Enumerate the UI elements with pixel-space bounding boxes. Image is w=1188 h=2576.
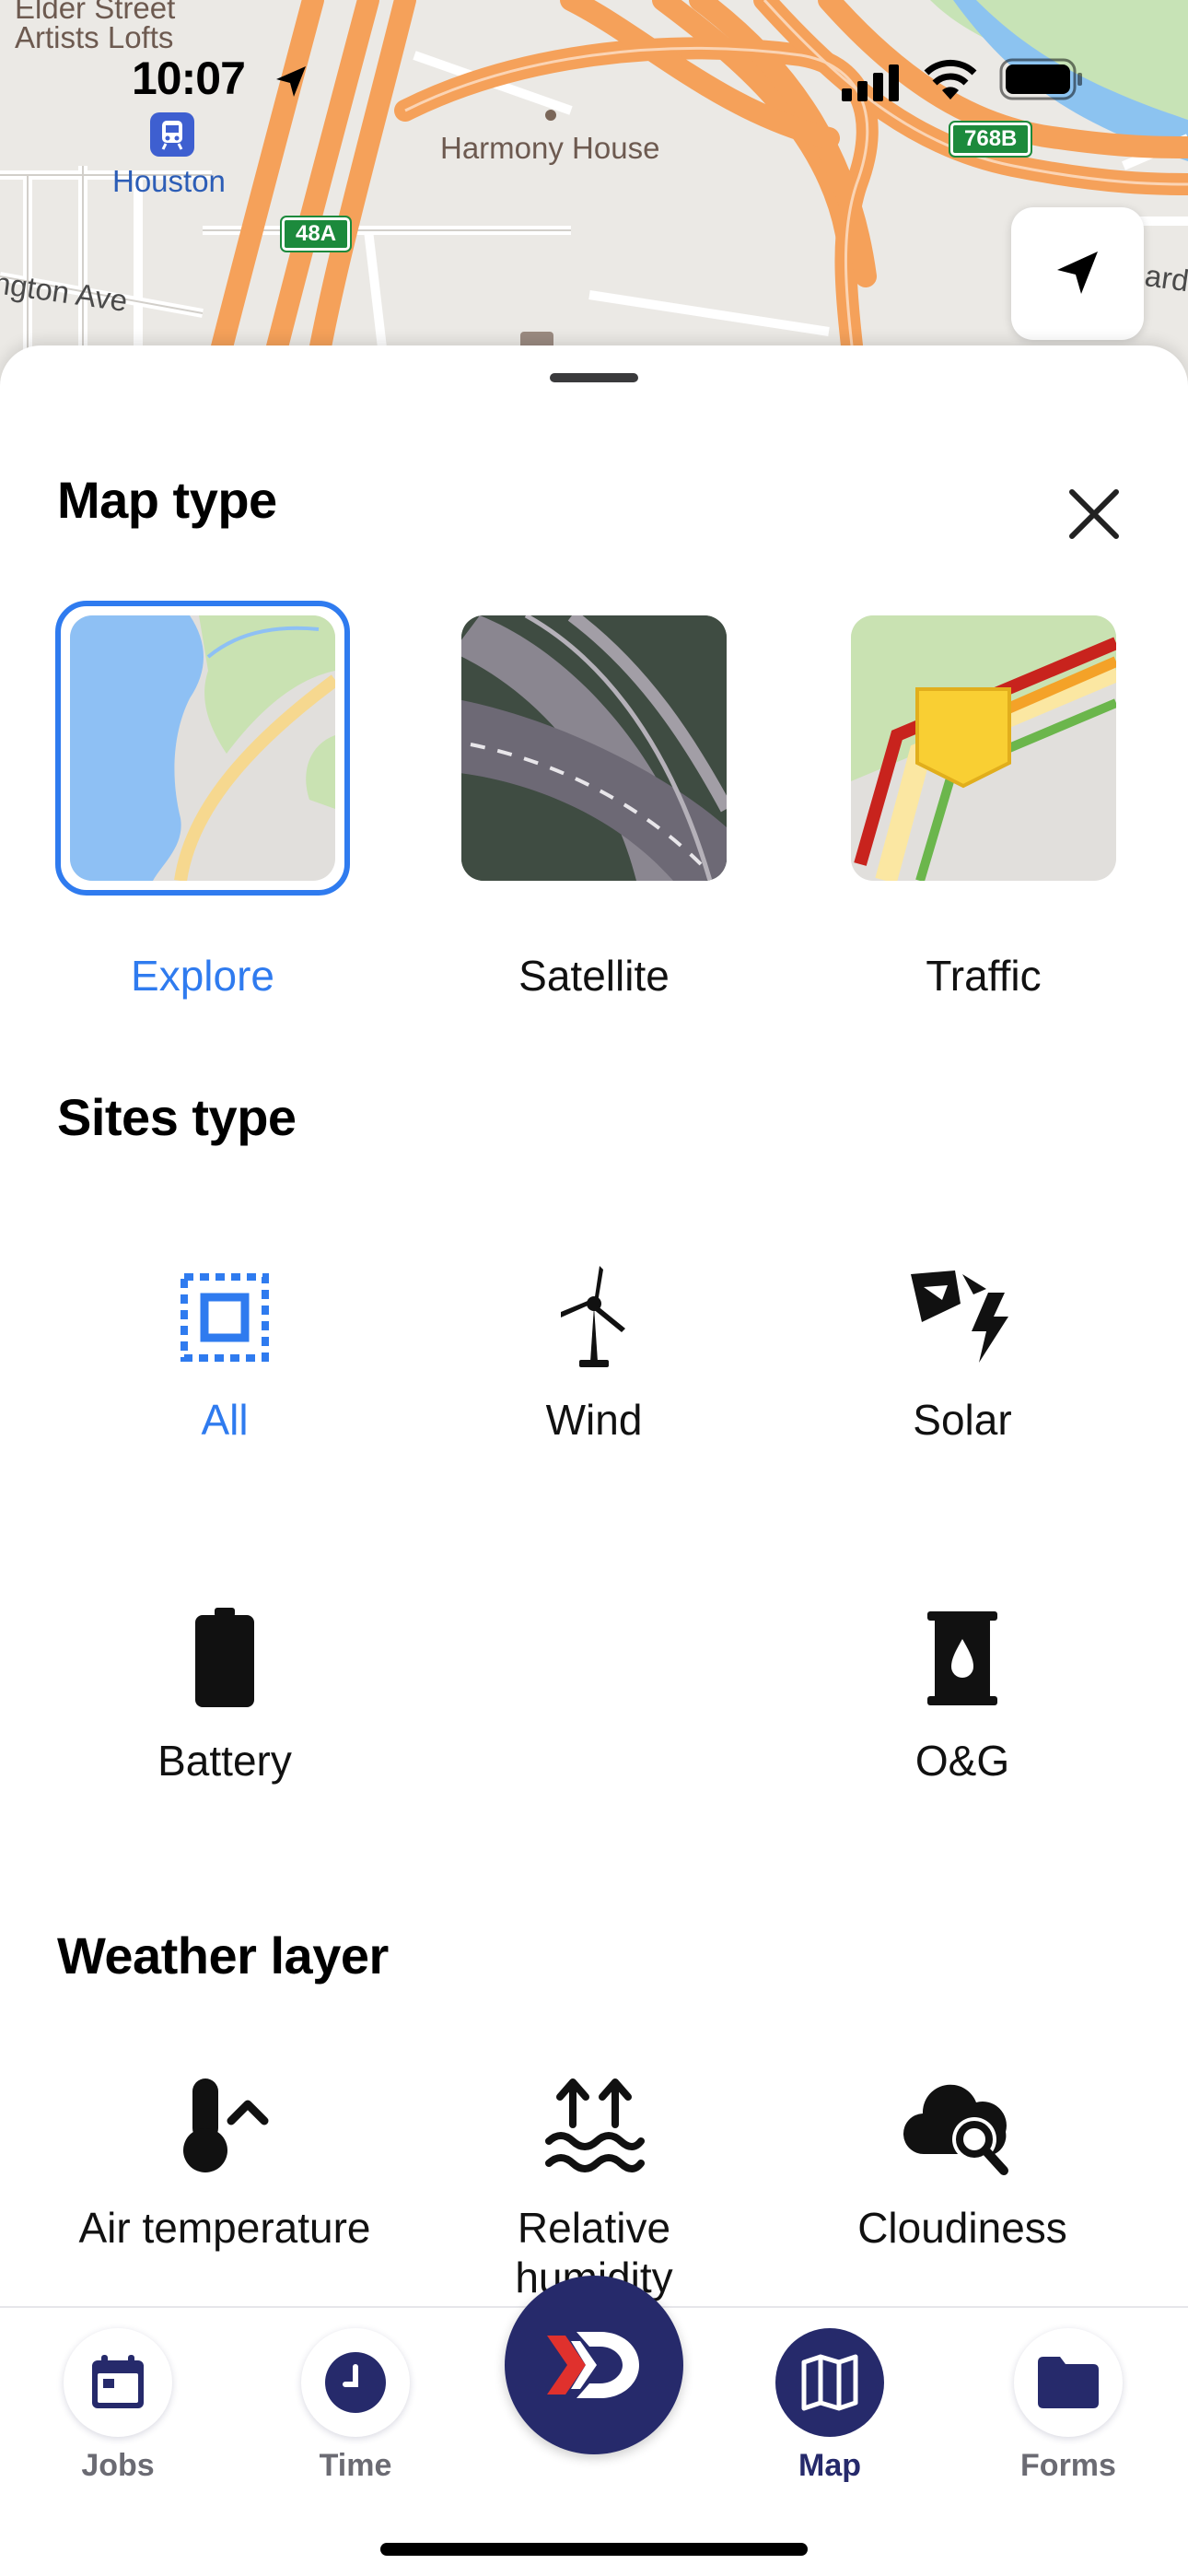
site-type-battery-label: Battery — [157, 1737, 292, 1785]
battery-status-icon — [999, 58, 1082, 100]
wifi-icon — [924, 59, 977, 100]
all-sites-icon — [181, 1273, 269, 1362]
site-type-oil-gas[interactable]: O&G — [778, 1603, 1147, 1786]
thermometer-icon — [183, 2078, 269, 2172]
tab-map-label: Map — [798, 2448, 861, 2483]
site-type-oil-gas-label: O&G — [914, 1737, 1010, 1785]
map-icon — [801, 2354, 858, 2411]
site-type-all-label: All — [201, 1396, 249, 1444]
weather-cloudiness-label: Cloudiness — [857, 2204, 1067, 2252]
site-type-solar[interactable]: Solar — [778, 1262, 1147, 1445]
brand-action-button[interactable] — [505, 2276, 683, 2454]
home-indicator[interactable] — [380, 2543, 808, 2556]
sites-type-title: Sites type — [57, 1088, 297, 1146]
map-type-satellite-label: Satellite — [518, 952, 670, 1000]
map-options-sheet: Map type Explore Satellite Traffic Sites… — [0, 345, 1188, 2576]
cellular-signal-icon — [842, 64, 899, 101]
battery-icon — [195, 1608, 254, 1707]
map-type-explore[interactable]: Explore — [55, 601, 350, 1001]
clock-icon — [325, 2352, 386, 2413]
site-type-wind-label: Wind — [545, 1396, 643, 1444]
close-icon — [1069, 489, 1119, 539]
map-label-houston[interactable]: Houston — [112, 164, 226, 199]
weather-air-temperature[interactable]: Air temperature — [41, 2070, 409, 2253]
tab-jobs-label: Jobs — [81, 2448, 155, 2483]
weather-relative-humidity[interactable]: Relative humidity — [410, 2070, 778, 2302]
map-label-street-ard: ard — [1142, 258, 1188, 299]
map-type-explore-frame — [55, 601, 350, 896]
close-button[interactable] — [1059, 479, 1129, 549]
map-type-satellite[interactable]: Satellite — [447, 601, 741, 1001]
cloud-search-icon — [903, 2084, 1008, 2175]
map-type-traffic[interactable]: Traffic — [836, 601, 1131, 1001]
site-type-wind[interactable]: Wind — [410, 1262, 778, 1445]
oil-barrel-icon — [927, 1611, 997, 1705]
tab-forms[interactable]: Forms — [985, 2328, 1151, 2484]
calendar-icon — [92, 2355, 144, 2408]
traffic-thumbnail — [851, 615, 1116, 881]
solar-icon — [911, 1270, 1008, 1363]
wind-turbine-icon — [561, 1266, 625, 1367]
weather-air-temperature-label: Air temperature — [78, 2204, 371, 2252]
explore-thumbnail — [70, 615, 335, 881]
map-type-traffic-frame — [836, 601, 1131, 896]
location-arrow-icon — [1057, 252, 1098, 294]
site-type-all[interactable]: All — [41, 1262, 409, 1445]
tab-jobs[interactable]: Jobs — [35, 2328, 201, 2484]
tab-time-label: Time — [319, 2448, 392, 2483]
site-type-solar-label: Solar — [913, 1396, 1012, 1444]
highway-shield-48a: 48A — [279, 216, 353, 252]
tab-map[interactable]: Map — [747, 2328, 913, 2484]
map-type-satellite-frame — [447, 601, 741, 896]
map-type-explore-label: Explore — [131, 952, 274, 1000]
map-type-traffic-label: Traffic — [926, 952, 1042, 1000]
status-time: 10:07 — [132, 53, 246, 104]
humidity-icon — [545, 2078, 645, 2172]
location-services-icon — [276, 66, 306, 97]
weather-layer-title: Weather layer — [57, 1926, 389, 1985]
weather-cloudiness[interactable]: Cloudiness — [778, 2070, 1147, 2253]
tab-forms-label: Forms — [1020, 2448, 1116, 2483]
status-bar: 10:07 — [0, 0, 1188, 157]
current-location-button[interactable] — [1011, 207, 1144, 340]
tab-time[interactable]: Time — [273, 2328, 438, 2484]
brand-logo-icon — [547, 2332, 639, 2398]
sheet-grabber[interactable] — [550, 373, 638, 382]
site-type-battery[interactable]: Battery — [41, 1603, 409, 1786]
satellite-thumbnail — [461, 615, 727, 881]
folder-icon — [1038, 2357, 1099, 2408]
map-type-title: Map type — [57, 471, 277, 529]
